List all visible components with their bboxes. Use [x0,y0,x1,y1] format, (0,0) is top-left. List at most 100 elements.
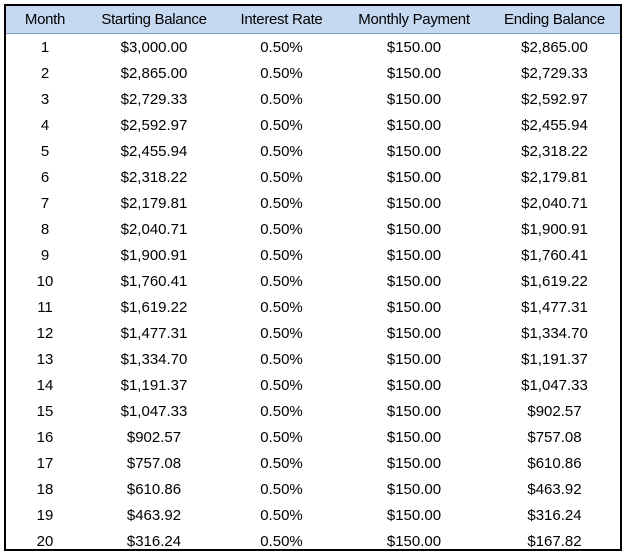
cell-interest-rate: 0.50% [260,428,303,446]
cell-monthly-payment: $150.00 [386,532,442,550]
cell-month: 10 [36,272,54,290]
cell-interest-rate: 0.50% [260,64,303,82]
cell-ending-balance: $2,040.71 [521,194,588,212]
cell-month: 13 [36,350,54,368]
cell-month: 9 [40,246,50,264]
cell-interest-rate: 0.50% [260,350,303,368]
cell-ending-balance: $2,729.33 [521,64,588,82]
cell-ending-balance: $1,477.31 [521,298,588,316]
cell-starting-balance: $1,900.91 [120,246,188,264]
cell-starting-balance: $1,477.31 [120,324,188,342]
cell-starting-balance: $610.86 [126,480,182,498]
cell-starting-balance: $1,334.70 [120,350,188,368]
cell-monthly-payment: $150.00 [386,272,442,290]
cell-month: 4 [40,116,50,134]
cell-interest-rate: 0.50% [260,38,303,56]
cell-interest-rate: 0.50% [260,220,303,238]
table-row: 1 $3,000.00 0.50% $150.00 $2,865.00 [6,34,620,61]
cell-month: 15 [36,402,54,420]
cell-interest-rate: 0.50% [260,116,303,134]
cell-ending-balance: $902.57 [527,402,582,420]
cell-interest-rate: 0.50% [260,480,303,498]
table-row: 20 $316.24 0.50% $150.00 $167.82 [6,528,620,550]
cell-starting-balance: $2,179.81 [120,194,188,212]
cell-ending-balance: $1,334.70 [521,324,588,342]
cell-monthly-payment: $150.00 [386,376,442,394]
table-row: 6 $2,318.22 0.50% $150.00 $2,179.81 [6,164,620,190]
cell-interest-rate: 0.50% [260,376,303,394]
table-row: 7 $2,179.81 0.50% $150.00 $2,040.71 [6,190,620,216]
cell-month: 6 [40,168,50,186]
cell-interest-rate: 0.50% [260,532,303,550]
cell-month: 16 [36,428,54,446]
cell-interest-rate: 0.50% [260,506,303,524]
table-row: 17 $757.08 0.50% $150.00 $610.86 [6,450,620,476]
table-row: 3 $2,729.33 0.50% $150.00 $2,592.97 [6,86,620,112]
cell-ending-balance: $1,191.37 [521,350,588,368]
cell-interest-rate: 0.50% [260,454,303,472]
cell-monthly-payment: $150.00 [386,116,442,134]
cell-interest-rate: 0.50% [260,246,303,264]
table-row: 12 $1,477.31 0.50% $150.00 $1,334.70 [6,320,620,346]
cell-monthly-payment: $150.00 [386,454,442,472]
cell-ending-balance: $757.08 [527,428,582,446]
cell-starting-balance: $902.57 [126,428,182,446]
cell-starting-balance: $1,047.33 [120,402,188,420]
cell-month: 11 [37,298,53,316]
cell-ending-balance: $1,619.22 [521,272,588,290]
cell-starting-balance: $2,592.97 [120,116,188,134]
cell-ending-balance: $2,865.00 [521,38,588,56]
table-row: 19 $463.92 0.50% $150.00 $316.24 [6,502,620,528]
header-starting-balance: Starting Balance [84,6,224,34]
table-row: 10 $1,760.41 0.50% $150.00 $1,619.22 [6,268,620,294]
cell-ending-balance: $2,592.97 [521,90,588,108]
table-row: 15 $1,047.33 0.50% $150.00 $902.57 [6,398,620,424]
cell-interest-rate: 0.50% [260,194,303,212]
cell-starting-balance: $1,191.37 [120,376,188,394]
cell-ending-balance: $167.82 [527,532,582,550]
cell-interest-rate: 0.50% [260,142,303,160]
cell-interest-rate: 0.50% [260,168,303,186]
cell-month: 3 [40,90,50,108]
cell-monthly-payment: $150.00 [386,64,442,82]
cell-ending-balance: $610.86 [527,454,582,472]
cell-monthly-payment: $150.00 [386,168,442,186]
table-row: 9 $1,900.91 0.50% $150.00 $1,760.41 [6,242,620,268]
amortization-table-frame: Month Starting Balance Interest Rate Mon… [4,4,622,551]
table-row: 13 $1,334.70 0.50% $150.00 $1,191.37 [6,346,620,372]
cell-month: 5 [40,142,50,160]
cell-starting-balance: $2,318.22 [120,168,188,186]
table-row: 14 $1,191.37 0.50% $150.00 $1,047.33 [6,372,620,398]
amortization-table: Month Starting Balance Interest Rate Mon… [6,6,620,550]
table-row: 4 $2,592.97 0.50% $150.00 $2,455.94 [6,112,620,138]
cell-monthly-payment: $150.00 [386,350,442,368]
table-row: 18 $610.86 0.50% $150.00 $463.92 [6,476,620,502]
cell-starting-balance: $316.24 [126,532,182,550]
cell-starting-balance: $1,619.22 [120,298,188,316]
cell-ending-balance: $1,760.41 [521,246,588,264]
cell-ending-balance: $316.24 [527,506,582,524]
cell-monthly-payment: $150.00 [386,90,442,108]
table-row: 16 $902.57 0.50% $150.00 $757.08 [6,424,620,450]
header-month: Month [6,6,84,34]
cell-interest-rate: 0.50% [260,298,303,316]
cell-monthly-payment: $150.00 [386,298,442,316]
cell-monthly-payment: $150.00 [386,142,442,160]
cell-monthly-payment: $150.00 [386,506,442,524]
cell-ending-balance: $1,900.91 [521,220,588,238]
cell-monthly-payment: $150.00 [386,402,442,420]
cell-month: 2 [40,64,50,82]
cell-month: 8 [40,220,50,238]
cell-starting-balance: $2,729.33 [120,90,188,108]
cell-month: 7 [40,194,50,212]
cell-ending-balance: $2,179.81 [521,168,588,186]
cell-starting-balance: $757.08 [126,454,182,472]
cell-month: 20 [36,532,54,550]
cell-starting-balance: $2,865.00 [120,64,188,82]
cell-month: 18 [36,480,54,498]
header-ending-balance: Ending Balance [489,6,620,34]
cell-month: 14 [36,376,54,394]
cell-ending-balance: $2,455.94 [521,116,588,134]
cell-starting-balance: $2,455.94 [120,142,188,160]
cell-ending-balance: $463.92 [527,480,582,498]
